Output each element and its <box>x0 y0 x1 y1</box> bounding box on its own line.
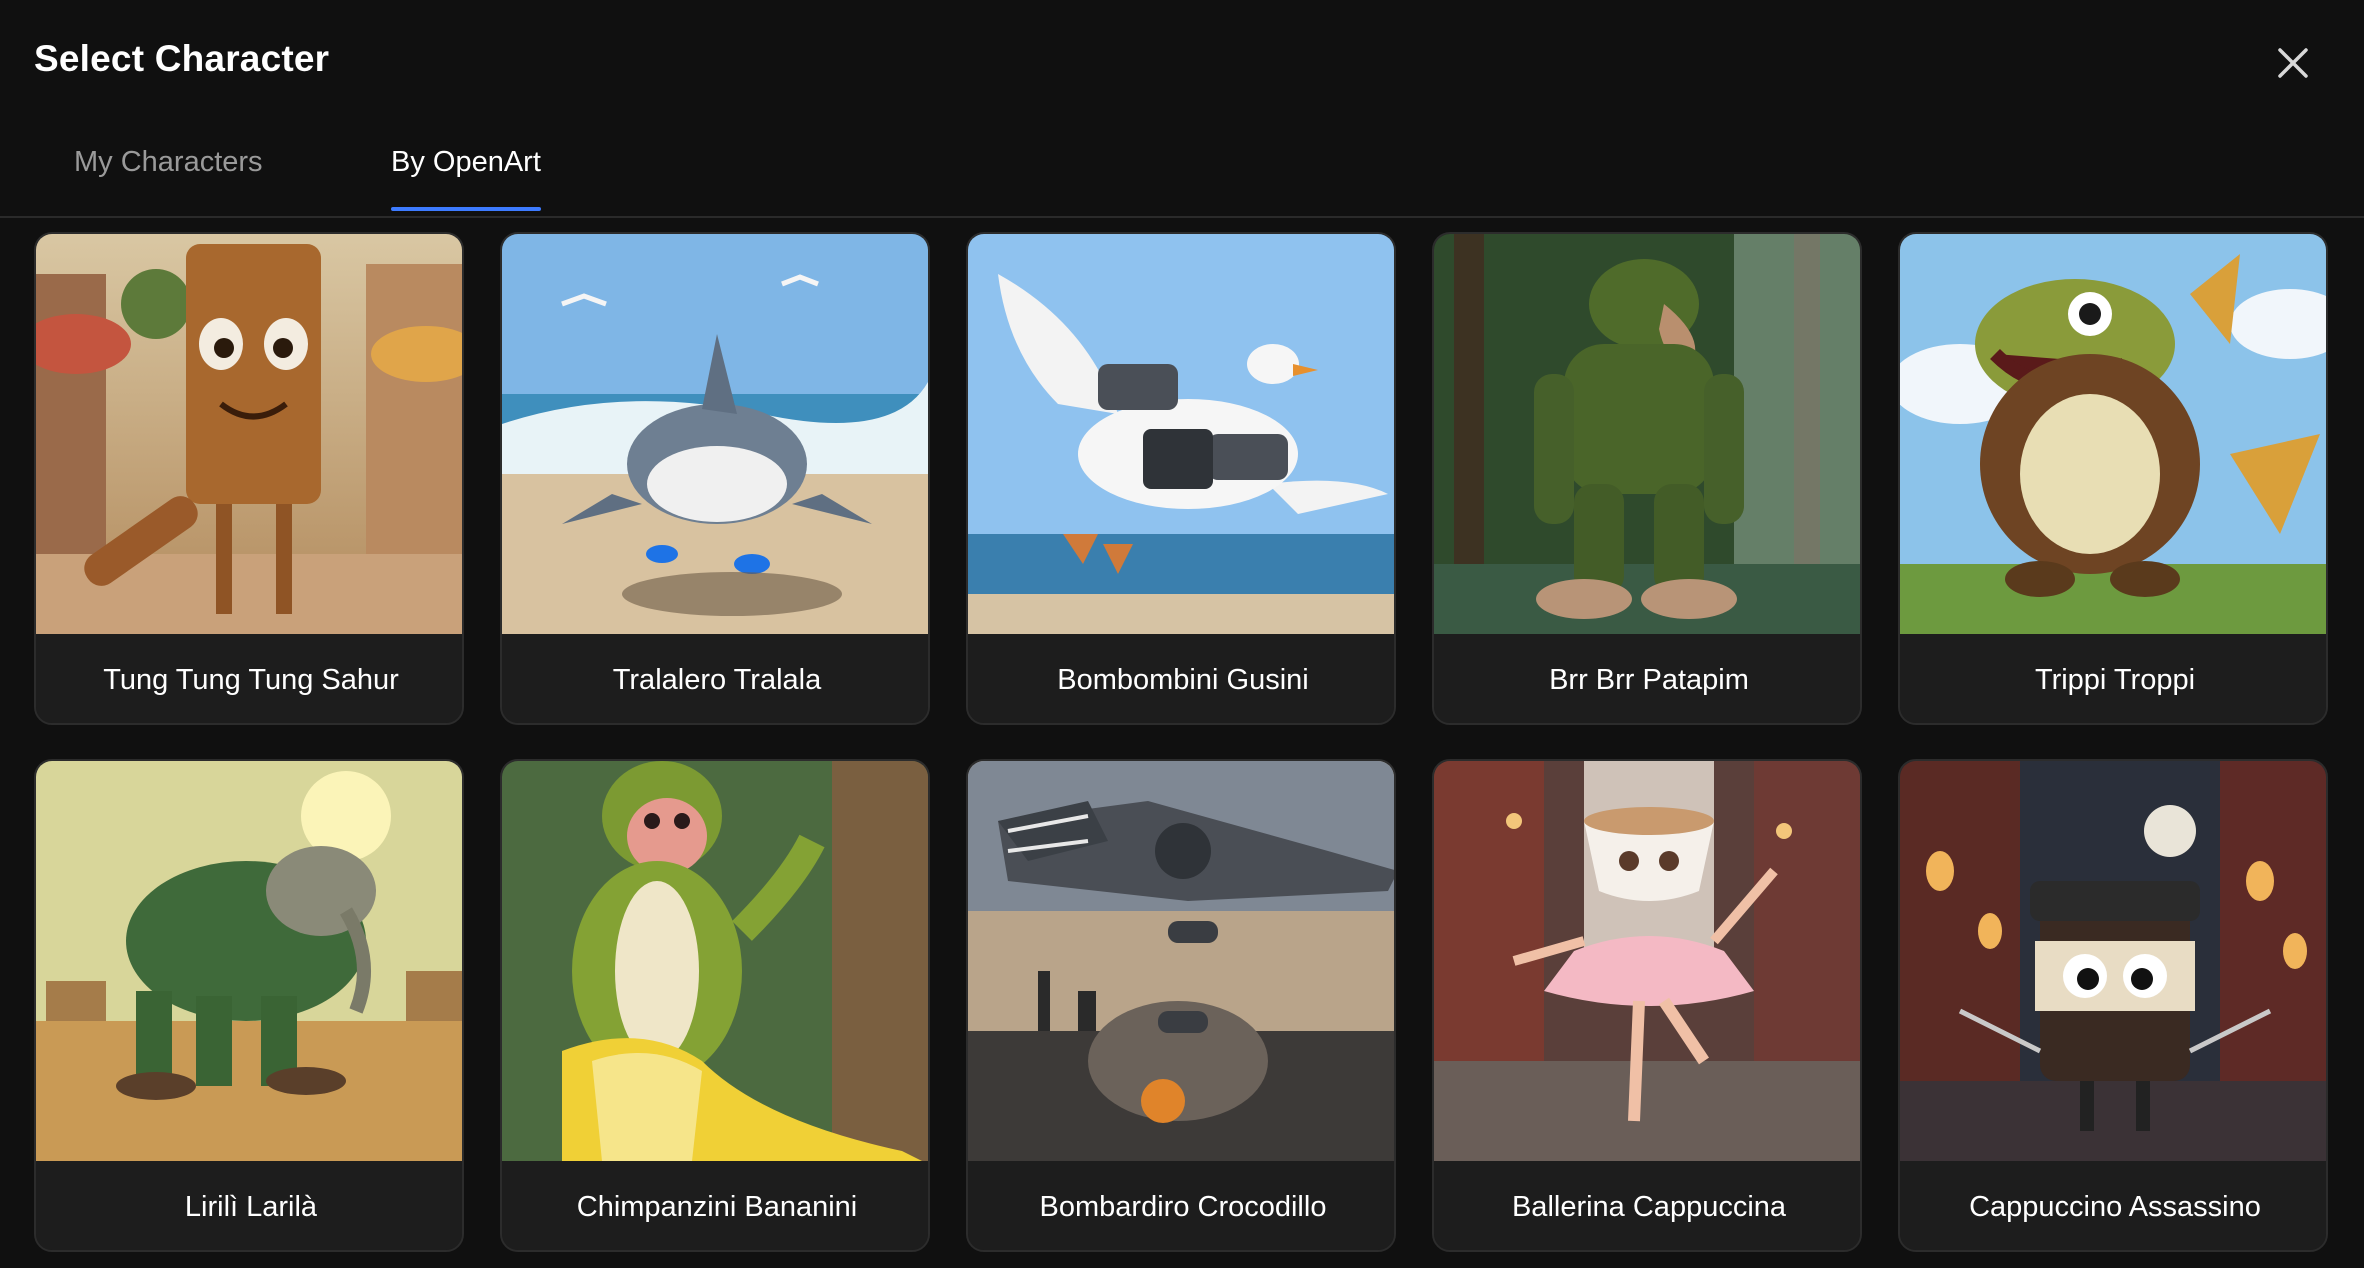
character-image <box>1900 761 2326 1161</box>
character-image <box>1434 234 1860 634</box>
character-card-cappuccino-assassino[interactable]: Cappuccino Assassino <box>1898 759 2328 1252</box>
character-card-chimpanzini-bananini[interactable]: Chimpanzini Bananini <box>500 759 930 1252</box>
character-card-ballerina-cappuccina[interactable]: Ballerina Cappuccina <box>1432 759 1862 1252</box>
character-name: Bombardiro Crocodillo <box>968 1161 1394 1250</box>
character-image <box>968 234 1394 634</box>
dialog-title: Select Character <box>34 38 330 79</box>
character-card-tung-tung-tung-sahur[interactable]: Tung Tung Tung Sahur <box>34 232 464 725</box>
character-name: Tung Tung Tung Sahur <box>36 634 462 723</box>
character-name: Ballerina Cappuccina <box>1434 1161 1860 1250</box>
character-name: Trippi Troppi <box>1900 634 2326 723</box>
close-icon <box>2278 48 2308 78</box>
tab-by-openart[interactable]: By OpenArt <box>391 146 541 211</box>
character-name: Chimpanzini Bananini <box>502 1161 928 1250</box>
character-image <box>36 234 462 634</box>
character-card-tralalero-tralala[interactable]: Tralalero Tralala <box>500 232 930 725</box>
character-name: Tralalero Tralala <box>502 634 928 723</box>
character-image <box>36 761 462 1161</box>
character-image <box>502 761 928 1161</box>
character-card-brr-brr-patapim[interactable]: Brr Brr Patapim <box>1432 232 1862 725</box>
character-name: Brr Brr Patapim <box>1434 634 1860 723</box>
dialog-header: Select Character <box>0 0 2364 128</box>
character-image <box>1434 761 1860 1161</box>
character-card-bombombini-gusini[interactable]: Bombombini Gusini <box>966 232 1396 725</box>
character-name: Bombombini Gusini <box>968 634 1394 723</box>
tab-bar: My Characters By OpenArt <box>0 128 2364 218</box>
character-card-lirili-larila[interactable]: Lirilì Larilà <box>34 759 464 1252</box>
tab-my-characters[interactable]: My Characters <box>74 146 263 203</box>
character-name: Cappuccino Assassino <box>1900 1161 2326 1250</box>
character-card-bombardiro-crocodillo[interactable]: Bombardiro Crocodillo <box>966 759 1396 1252</box>
close-button[interactable] <box>2270 40 2316 86</box>
character-image <box>968 761 1394 1161</box>
character-card-trippi-troppi[interactable]: Trippi Troppi <box>1898 232 2328 725</box>
character-image <box>502 234 928 634</box>
character-image <box>1900 234 2326 634</box>
character-name: Lirilì Larilà <box>36 1161 462 1250</box>
